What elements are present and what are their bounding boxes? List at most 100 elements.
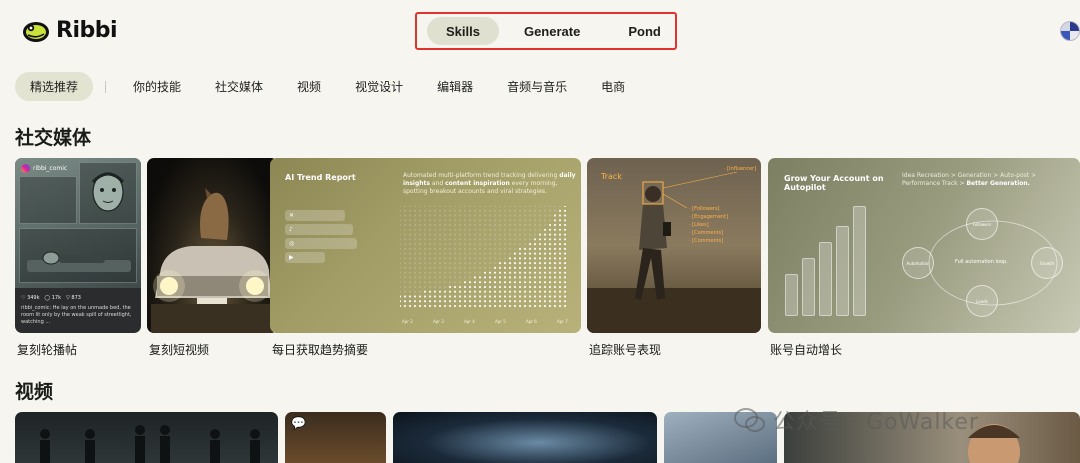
trend-dot [408,247,412,250]
trend-dot [538,252,542,255]
user-avatar[interactable] [1060,21,1080,41]
trend-dot [488,219,492,222]
trend-dot [468,206,472,208]
trend-dot [488,233,492,236]
trend-dot [498,295,502,298]
card-label-auto-grow: 账号自动增长 [770,343,843,357]
category-ecommerce[interactable]: 电商 [584,72,642,101]
trend-dot [483,243,487,246]
trend-dot [443,223,447,227]
trend-dot [553,290,557,293]
trend-dot [413,219,417,222]
trend-dot [558,276,562,279]
trend-dot [458,285,462,289]
trend-dot [473,243,477,246]
trend-dot [453,266,457,269]
trend-dot [423,304,427,308]
category-audio-music[interactable]: 音频与音乐 [490,72,584,101]
trend-dot [483,300,487,303]
trend-dot [403,285,407,289]
trend-dot [448,295,452,298]
tab-skills[interactable]: Skills [427,17,499,45]
skill-card-carousel[interactable]: ribbi_comic ♡ 349k ◯ 17k ▽ 873 ribbi_com… [15,158,141,333]
trend-dot [538,262,542,265]
skill-card-auto-grow[interactable]: Grow Your Account on Autopilot Idea Recr… [768,158,1080,333]
skill-card-trend-report[interactable]: AI Trend Report Automated multi-platform… [270,158,581,333]
trend-dot [403,266,407,269]
tab-generate[interactable]: Generate [505,17,599,45]
trend-dot [458,206,462,208]
category-social-media[interactable]: 社交媒体 [198,72,280,101]
trend-dot [563,295,567,298]
trend-dot [538,290,542,293]
category-editor[interactable]: 编辑器 [420,72,490,101]
trend-dot [493,271,497,274]
trend-dot [453,257,457,260]
trend-dot [443,271,447,274]
trend-dot [533,233,537,236]
trend-dot [508,209,512,212]
trend-dot [438,262,442,265]
instagram-icon [21,164,30,173]
video-card-3[interactable] [393,412,657,463]
skill-card-track-account[interactable]: Track · [Influencer] · [Followers] · [En… [587,158,761,333]
metric-item: · [Comments] [689,238,724,244]
trend-dot [418,304,422,308]
trend-dot [513,285,517,289]
trend-dot [418,276,422,279]
trend-dot [508,285,512,289]
trend-dot [428,262,432,265]
category-featured[interactable]: 精选推荐 [15,72,94,101]
skill-card-short-video[interactable] [147,158,278,333]
trend-dot [543,257,547,260]
trend-dot [548,262,552,265]
trend-dot [478,271,482,274]
trend-dot [428,285,432,289]
trend-dot [413,295,417,298]
trend-dot [488,304,492,308]
trend-dot [448,206,452,208]
trend-dot [558,223,562,227]
logo[interactable]: Ribbi [22,18,118,43]
trend-dot [548,257,552,260]
trend-dot [448,228,452,231]
trend-dot [438,257,442,260]
trend-dot [483,247,487,250]
trend-dot [523,290,527,293]
trend-dot [413,257,417,260]
category-visual-design[interactable]: 视觉设计 [338,72,420,101]
trend-dot [458,281,462,284]
trend-dot [543,238,547,241]
trend-dot [498,290,502,293]
trend-dot [538,276,542,279]
category-your-skills[interactable]: 你的技能 [116,72,198,101]
trend-dot [428,219,432,222]
trend-dot [438,206,442,208]
category-video[interactable]: 视频 [280,72,338,101]
trend-dot [483,266,487,269]
trend-dot [528,257,532,260]
trend-dot [553,228,557,231]
trend-dot [433,233,437,236]
trend-dot [423,281,427,284]
trend-dot [400,300,402,303]
video-card-1[interactable] [15,412,278,463]
trend-dot [400,209,402,212]
trend-dot [538,281,542,284]
trend-dot [478,238,482,241]
trend-dot [493,223,497,227]
trend-dot [408,276,412,279]
trend-dot [463,290,467,293]
trend-dot [548,238,552,241]
video-card-2[interactable]: 💬 [285,412,386,463]
trend-tick-label: Apr 5 [495,319,506,324]
metric-item: · [Likes] [689,222,709,228]
trend-dot [518,238,522,241]
trend-dot [458,228,462,231]
trend-dot [453,281,457,284]
trend-dot [473,300,477,303]
tab-pond[interactable]: Pond [609,17,680,45]
trend-dot [493,266,497,269]
trend-dot [428,247,432,250]
trend-dot [428,290,432,293]
